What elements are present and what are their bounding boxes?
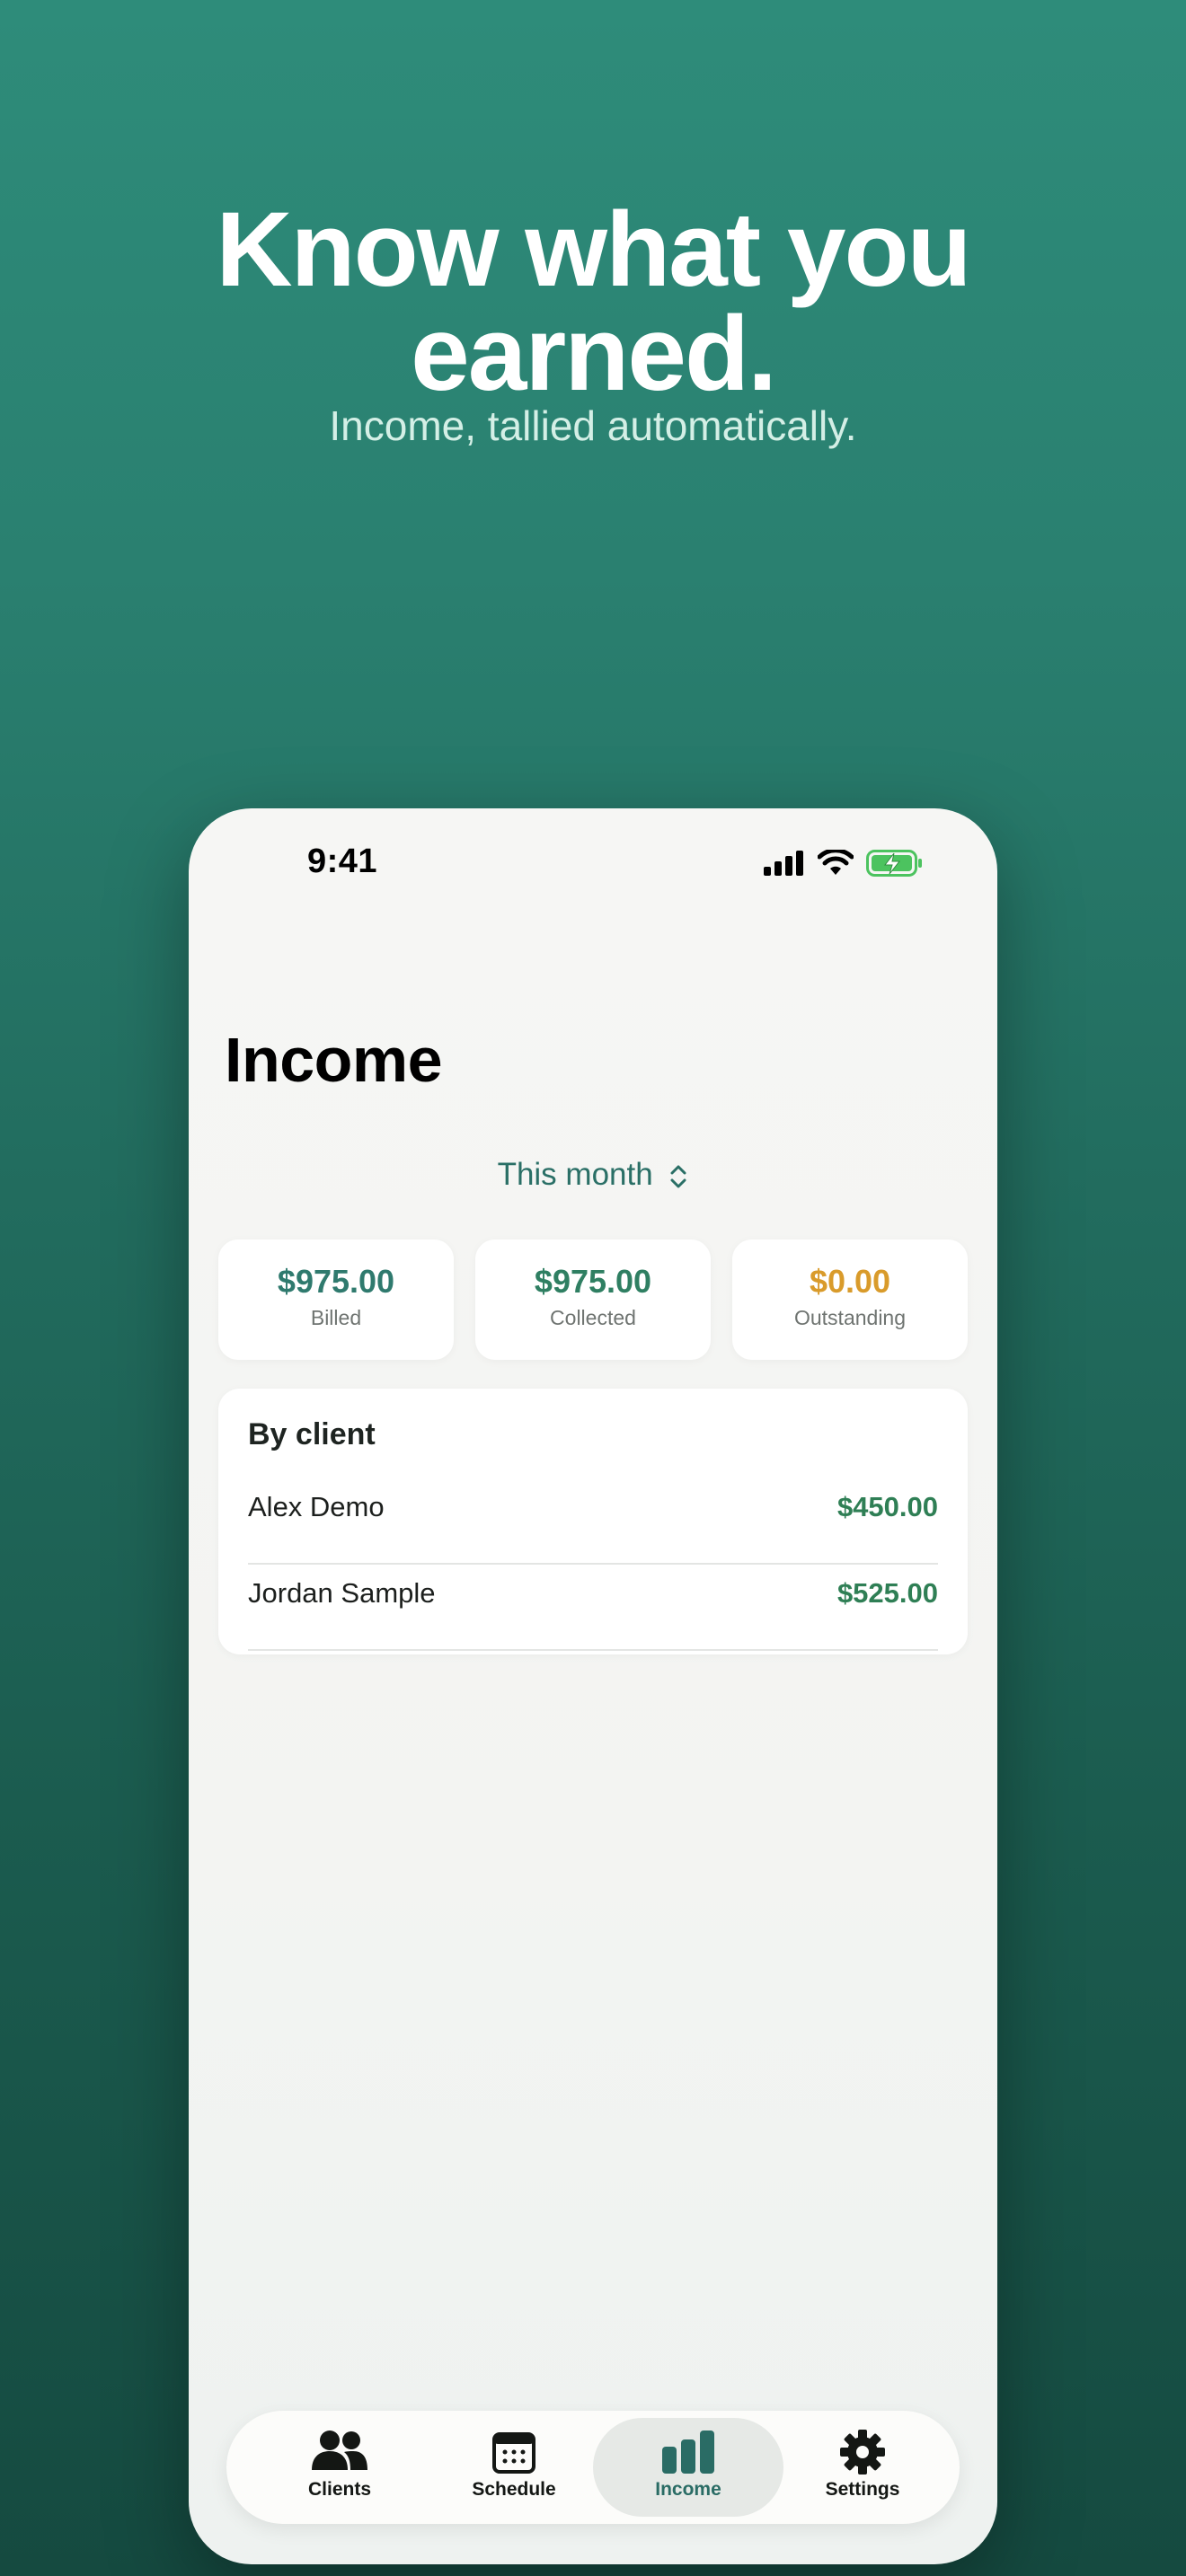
people-icon bbox=[312, 2430, 367, 2470]
stat-card-outstanding: $0.00 Outstanding bbox=[732, 1239, 968, 1360]
client-name: Jordan Sample bbox=[248, 1577, 436, 1609]
tab-label: Income bbox=[655, 2479, 721, 2500]
calendar-icon bbox=[492, 2432, 535, 2474]
tab-label: Clients bbox=[307, 2479, 371, 2500]
status-time: 9:41 bbox=[307, 842, 378, 880]
by-client-card: By client Alex Demo $450.00 Jordan Sampl… bbox=[218, 1389, 968, 1654]
gear-icon bbox=[840, 2430, 885, 2475]
wifi-icon bbox=[818, 850, 854, 875]
page-title: Income bbox=[225, 1025, 443, 1095]
stat-card-collected: $975.00 Collected bbox=[475, 1239, 711, 1360]
tab-label: Schedule bbox=[472, 2479, 556, 2500]
tab-bar: Clients Schedule Income Settings bbox=[226, 2411, 960, 2524]
status-icons bbox=[764, 850, 924, 877]
tab-label: Settings bbox=[825, 2479, 900, 2500]
hero-headline-line2: earned. bbox=[411, 295, 777, 413]
cellular-signal-icon bbox=[764, 851, 803, 876]
period-picker-label: This month bbox=[497, 1157, 653, 1192]
tab-settings[interactable]: Settings bbox=[767, 2418, 958, 2517]
tab-income[interactable]: Income bbox=[593, 2418, 783, 2517]
client-row[interactable]: Alex Demo $450.00 bbox=[248, 1478, 938, 1565]
client-name: Alex Demo bbox=[248, 1491, 385, 1522]
stat-label-billed: Billed bbox=[310, 1306, 362, 1329]
hero: Know what you earned. Income, tallied au… bbox=[0, 197, 1186, 449]
status-bar: 9:41 bbox=[189, 808, 997, 925]
bar-chart-icon bbox=[662, 2430, 714, 2474]
phone-screen: 9:41 Income This month $975.00 Billed $9… bbox=[189, 808, 997, 2564]
stat-label-outstanding: Outstanding bbox=[793, 1306, 907, 1329]
client-amount: $450.00 bbox=[836, 1491, 938, 1522]
chevron-up-down-icon bbox=[670, 1165, 686, 1188]
battery-charging-icon bbox=[866, 850, 922, 877]
client-row[interactable]: Jordan Sample $525.00 bbox=[248, 1565, 938, 1651]
stat-value-billed: $975.00 bbox=[277, 1263, 395, 1300]
client-amount: $525.00 bbox=[836, 1577, 938, 1609]
hero-headline: Know what you earned. bbox=[0, 197, 1186, 407]
stat-card-billed: $975.00 Billed bbox=[218, 1239, 454, 1360]
hero-subhead: Income, tallied automatically. bbox=[329, 402, 857, 449]
tab-schedule[interactable]: Schedule bbox=[419, 2418, 609, 2517]
stat-label-collected: Collected bbox=[550, 1306, 636, 1329]
hero-headline-line1: Know what you bbox=[216, 190, 971, 309]
tab-clients[interactable]: Clients bbox=[244, 2418, 435, 2517]
by-client-title: By client bbox=[248, 1417, 376, 1451]
summary-stats: $975.00 Billed $975.00 Collected $0.00 O… bbox=[218, 1239, 968, 1360]
stat-value-outstanding: $0.00 bbox=[809, 1263, 891, 1300]
period-picker[interactable]: This month bbox=[189, 1157, 997, 1193]
stat-value-collected: $975.00 bbox=[534, 1263, 652, 1300]
